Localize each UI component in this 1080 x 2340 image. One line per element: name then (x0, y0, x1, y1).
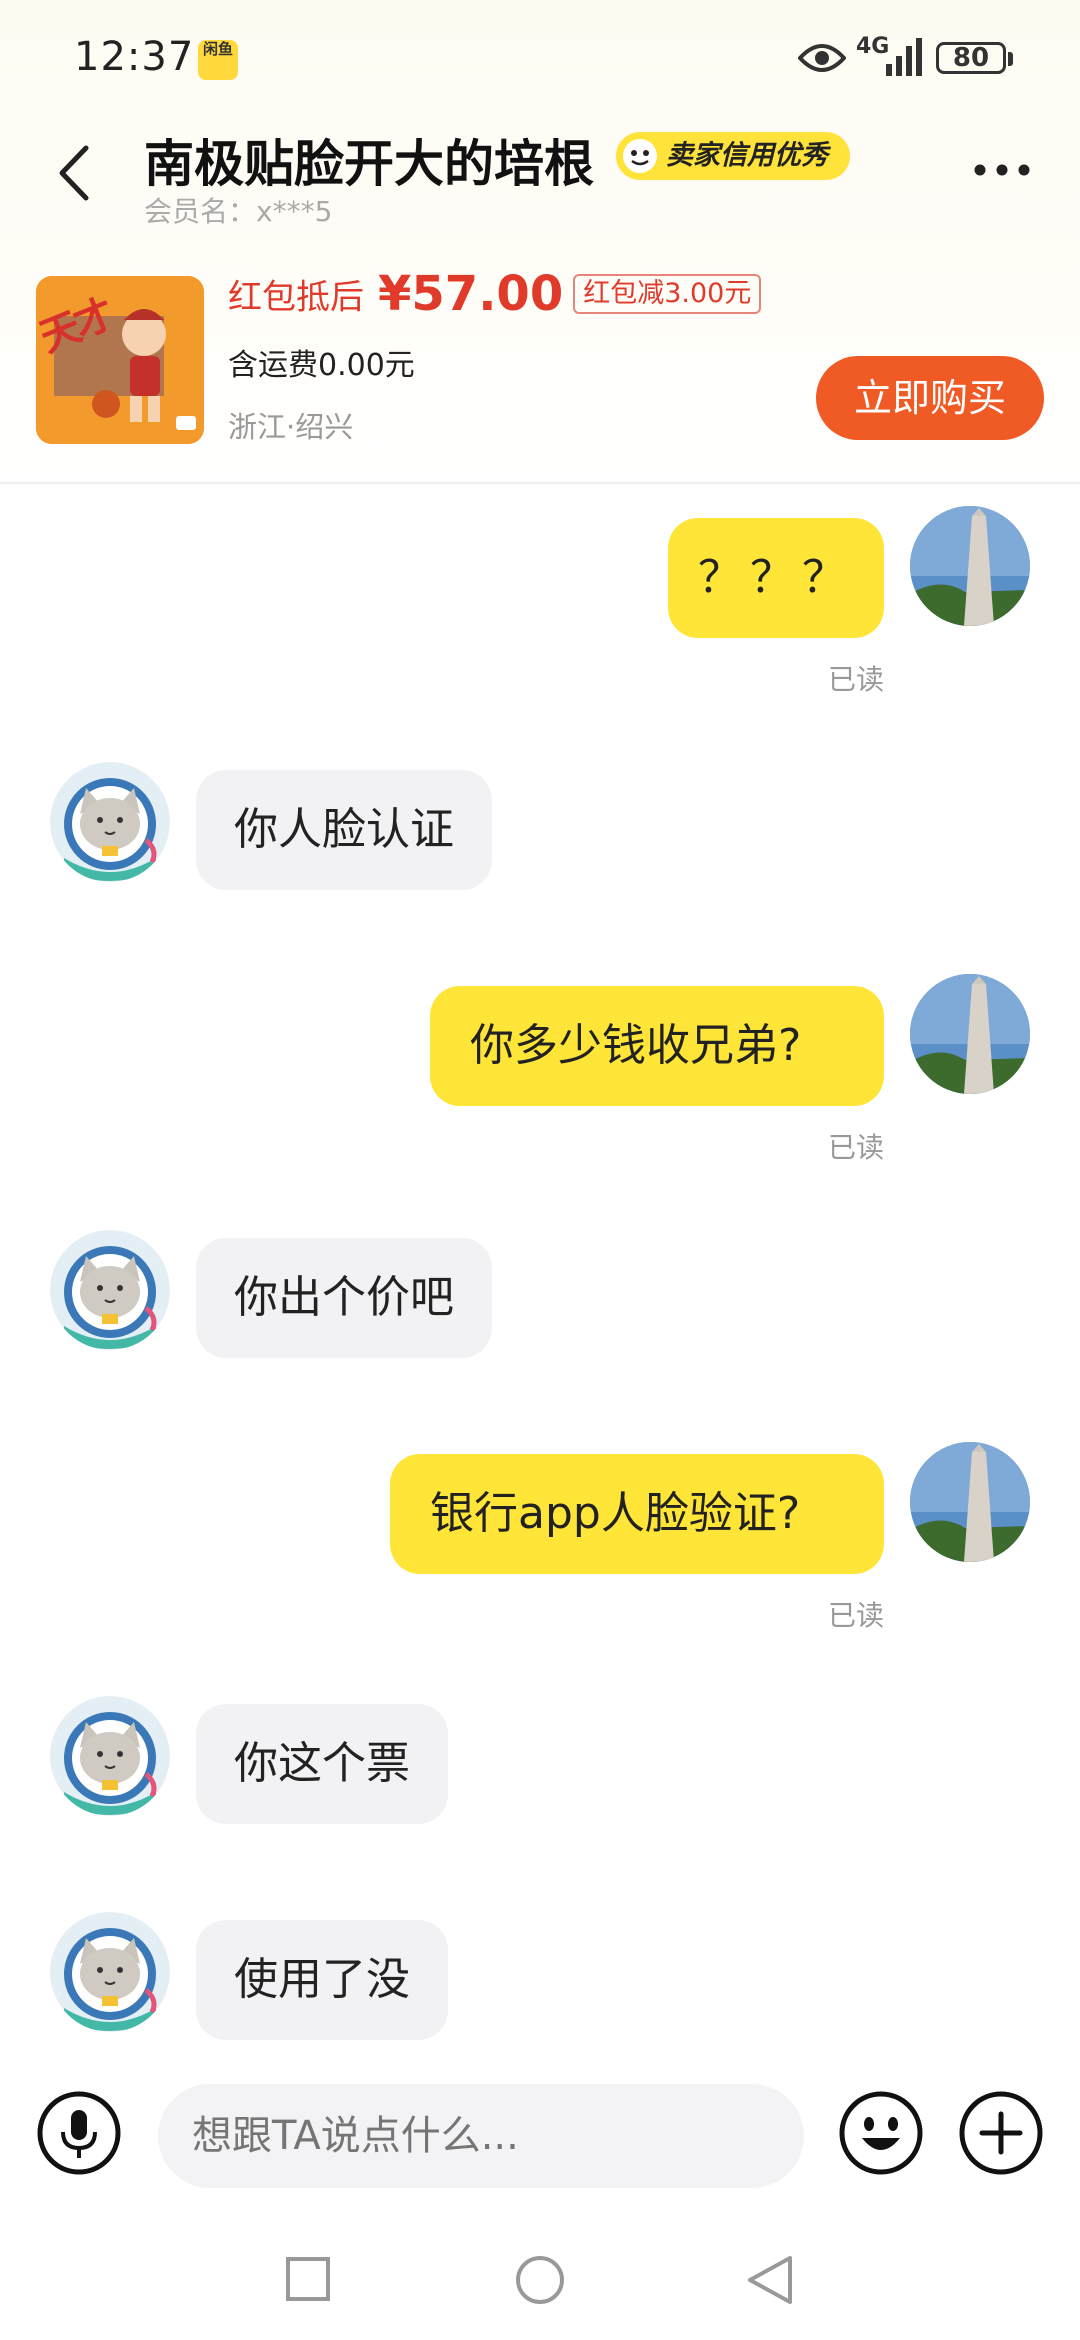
message-bubble-received[interactable]: 你人脸认证 (196, 770, 492, 890)
seller-avatar[interactable] (50, 762, 170, 882)
seller-avatar[interactable] (50, 1912, 170, 2032)
my-avatar[interactable] (910, 1442, 1030, 1562)
seller-avatar[interactable] (50, 1230, 170, 1350)
product-location: 浙江·绍兴 (228, 410, 354, 444)
my-avatar-image (910, 1442, 1030, 1562)
price-line: 红包抵后 ¥57.00 红包减3.00元 (228, 266, 762, 322)
message-bubble-received[interactable]: 你出个价吧 (196, 1238, 492, 1358)
message-bubble-received[interactable]: 使用了没 (196, 1920, 448, 2040)
status-time: 12:37 (74, 34, 195, 80)
recent-apps-icon[interactable] (285, 2256, 331, 2302)
plus-icon[interactable] (958, 2090, 1044, 2176)
seller-avatar[interactable] (50, 1696, 170, 1816)
my-avatar-image (910, 974, 1030, 1094)
home-icon[interactable] (514, 2254, 566, 2306)
status-bar: 12:37 闲鱼 4G 80 (0, 0, 1080, 120)
microphone-icon[interactable] (36, 2090, 122, 2176)
read-status: 已读 (828, 663, 885, 696)
message-bubble-sent[interactable]: ？？？ (668, 518, 884, 638)
cat-astronaut-icon (50, 1912, 170, 2032)
my-avatar[interactable] (910, 974, 1030, 1094)
read-status: 已读 (828, 1599, 885, 1632)
signal-icon (886, 38, 922, 76)
seller-name[interactable]: 南极贴脸开大的培根 (144, 124, 594, 196)
nav-back-icon[interactable] (742, 2252, 796, 2308)
chevron-left-icon[interactable] (52, 142, 96, 204)
my-avatar-image (910, 506, 1030, 626)
message-bubble-received[interactable]: 你这个票 (196, 1704, 448, 1824)
credit-badge[interactable]: 卖家信用优秀 (616, 132, 850, 180)
message-bubble-sent[interactable]: 你多少钱收兄弟? (430, 986, 884, 1106)
emoji-icon[interactable] (838, 2090, 924, 2176)
member-label: 会员名： (144, 195, 257, 228)
app-badge-icon: 闲鱼 (198, 40, 238, 80)
my-avatar[interactable] (910, 506, 1030, 626)
member-id: x***5 (256, 195, 333, 228)
price-prefix: 红包抵后 (228, 277, 364, 318)
discount-tag: 红包减3.00元 (573, 274, 762, 314)
product-thumbnail[interactable]: 天才 (36, 276, 204, 444)
cat-astronaut-icon (50, 1696, 170, 1816)
buy-now-button[interactable]: 立即购买 (816, 356, 1044, 440)
message-input[interactable] (158, 2084, 804, 2188)
eye-icon (798, 44, 846, 72)
credit-badge-label: 卖家信用优秀 (666, 140, 828, 171)
member-line: 会员名：x***5 (144, 190, 332, 230)
shipping-fee: 含运费0.00元 (228, 348, 415, 383)
price-value: ¥57.00 (378, 266, 564, 322)
more-dots-icon[interactable] (970, 160, 1034, 180)
smiley-face-icon (623, 139, 657, 173)
message-bubble-sent[interactable]: 银行app人脸验证? (390, 1454, 884, 1574)
battery-tip (1008, 52, 1013, 66)
cat-astronaut-icon (50, 1230, 170, 1350)
read-status: 已读 (828, 1131, 885, 1164)
cat-astronaut-icon (50, 762, 170, 882)
battery-indicator: 80 (936, 42, 1006, 74)
